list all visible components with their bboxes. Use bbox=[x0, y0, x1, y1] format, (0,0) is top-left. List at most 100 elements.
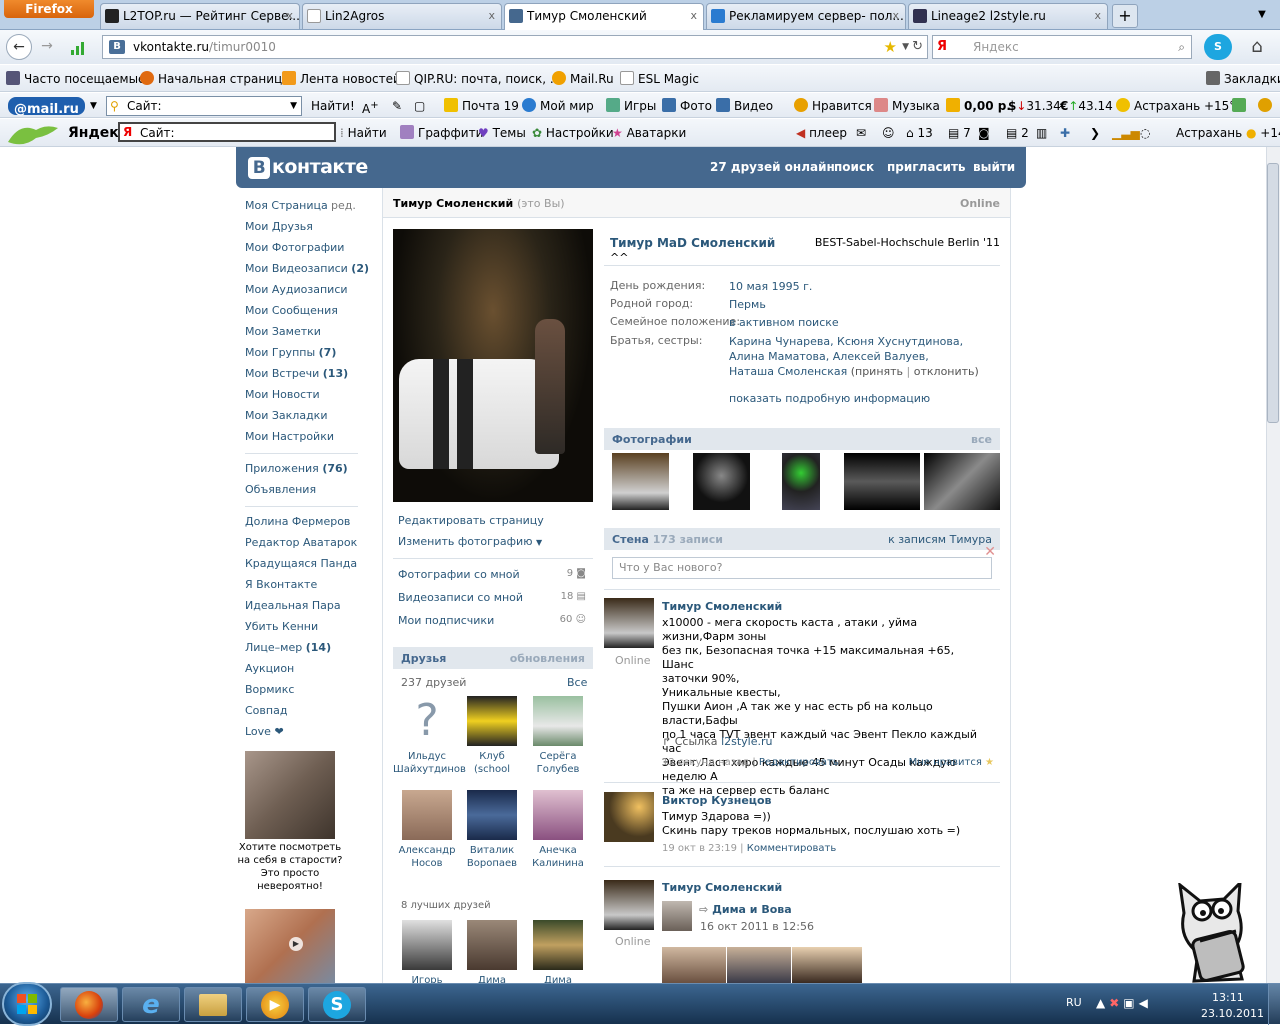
mailru-balance[interactable]: 0,00 р. bbox=[946, 93, 1011, 117]
tab-lin2agros[interactable]: Lin2Agros x bbox=[302, 3, 502, 29]
url-bar[interactable]: В vkontakte.ru/timur0010 ★ ▼ ↻ bbox=[102, 35, 928, 59]
menu-item[interactable]: Я Вконтакте bbox=[245, 574, 380, 595]
new-tab-button[interactable]: + bbox=[1112, 4, 1138, 28]
tray-network-icon[interactable]: ▣ bbox=[1123, 996, 1138, 1010]
profile-status[interactable]: ^^ bbox=[610, 251, 628, 264]
post-author[interactable]: Тимур Смоленский bbox=[662, 600, 782, 613]
mailru-mail[interactable]: Почта 19 bbox=[444, 93, 519, 117]
menu-item[interactable]: Долина Фермеров bbox=[245, 511, 380, 532]
videos-with-me-link[interactable]: Видеозаписи со мной 18 ▤ bbox=[398, 591, 586, 604]
tray-alert-icon[interactable]: ✖ bbox=[1109, 996, 1123, 1010]
ad-old-face-image[interactable] bbox=[245, 751, 335, 839]
yandex-settings[interactable]: ✿ Настройки bbox=[532, 119, 614, 146]
mailru-settings-icon[interactable] bbox=[1258, 93, 1276, 117]
tray-volume-icon[interactable]: ◀ bbox=[1139, 996, 1152, 1010]
highlight-icon[interactable]: ✎ bbox=[392, 93, 402, 117]
menu-item[interactable]: Приложения (76) bbox=[245, 458, 380, 479]
friends-all-link[interactable]: Все bbox=[567, 676, 587, 689]
chat-icon[interactable]: ◌ bbox=[1140, 119, 1150, 146]
wall-title[interactable]: Стена 173 записи bbox=[612, 533, 723, 546]
menu-item[interactable]: Мои Группы (7) bbox=[245, 342, 380, 363]
profile-avatar[interactable] bbox=[393, 229, 593, 502]
show-desktop-button[interactable] bbox=[1268, 984, 1280, 1025]
school[interactable]: BEST-Sabel-Hochschule Berlin '11 bbox=[815, 236, 1000, 249]
menu-item[interactable]: Идеальная Пара bbox=[245, 595, 380, 616]
start-button[interactable] bbox=[2, 982, 52, 1026]
yandex-find-button[interactable]: ⁞ Найти bbox=[340, 119, 387, 146]
mailru-menu-icon[interactable]: ▼ bbox=[90, 93, 97, 117]
url-dropdown-icon[interactable]: ▼ bbox=[902, 36, 909, 58]
forward-button[interactable]: → bbox=[34, 34, 60, 60]
best-friend-card[interactable]: Игорь bbox=[393, 920, 461, 983]
menu-item[interactable]: Мои Друзья bbox=[245, 216, 380, 237]
menu-item[interactable]: Love ❤ bbox=[245, 721, 380, 742]
photo-thumbnail[interactable] bbox=[693, 453, 750, 510]
home-icon[interactable]: ⌂ bbox=[1244, 34, 1270, 60]
photo-thumbnail[interactable] bbox=[782, 453, 820, 510]
bookmark-start-page[interactable]: Начальная страница bbox=[140, 65, 290, 91]
show-more-info-link[interactable]: показать подробную информацию bbox=[729, 392, 930, 405]
menu-item[interactable]: Мои Заметки bbox=[245, 321, 380, 342]
subscribers-link[interactable]: Мои подписчики 60 ☺ bbox=[398, 614, 586, 627]
yandex-player[interactable]: ◀ плеер bbox=[796, 119, 847, 146]
change-photo-link[interactable]: Изменить фотографию ▼ bbox=[398, 535, 542, 548]
mailru-music[interactable]: Музыка bbox=[874, 93, 940, 117]
friends-title[interactable]: Друзья bbox=[401, 652, 446, 665]
tab-vk-profile[interactable]: Тимур Смоленский x bbox=[504, 3, 704, 30]
menu-item[interactable]: Совпад bbox=[245, 700, 380, 721]
bookmarks-menu[interactable]: Закладки bbox=[1206, 65, 1280, 91]
tab-l2top[interactable]: L2TOP.ru — Рейтинг Серве... x bbox=[100, 3, 300, 29]
tray-arrow-icon[interactable]: ▲ bbox=[1096, 996, 1109, 1010]
comment-link[interactable]: Комментировать bbox=[747, 843, 837, 854]
post-author[interactable]: Виктор Кузнецов bbox=[662, 794, 771, 807]
menu-item[interactable]: Убить Кенни bbox=[245, 616, 380, 637]
menu-item[interactable]: Редактор Аватарок bbox=[245, 532, 380, 553]
photos-title[interactable]: Фотографии bbox=[612, 433, 692, 446]
mailru-site-input[interactable]: ⚲ Сайт: ▼ bbox=[106, 96, 302, 116]
mailru-video[interactable]: Видео bbox=[716, 93, 773, 117]
photo-thumbnail[interactable] bbox=[924, 453, 1000, 510]
bookmark-most-visited[interactable]: Часто посещаемые bbox=[6, 65, 145, 91]
taskbar-skype[interactable]: S bbox=[308, 987, 366, 1022]
repost-group[interactable]: ⇨ Дима и Вова bbox=[699, 903, 792, 916]
menu-item[interactable]: Крадущаяся Панда bbox=[245, 553, 380, 574]
repost-photo[interactable] bbox=[792, 947, 862, 983]
yandex-avatars[interactable]: ★ Аватарки bbox=[612, 119, 686, 146]
mailru-my-world[interactable]: Мой мир bbox=[522, 93, 594, 117]
menu-item[interactable]: Объявления bbox=[245, 479, 380, 500]
page-scrollbar-thumb[interactable] bbox=[1267, 163, 1279, 423]
signal-bars-icon[interactable] bbox=[70, 38, 88, 56]
mailru-games[interactable]: Игры bbox=[606, 93, 656, 117]
bookmark-esl-magic[interactable]: ESL Magic bbox=[620, 65, 699, 91]
menu-item[interactable]: Мои Настройки bbox=[245, 426, 380, 447]
search-icon[interactable]: ⌕ bbox=[1178, 36, 1185, 58]
ad-old-face-text[interactable]: Хотите посмотреть на себя в старости? Эт… bbox=[236, 841, 344, 893]
mailru-weather[interactable]: Астрахань +15°C bbox=[1116, 93, 1244, 117]
family-value[interactable]: в активном поиске bbox=[729, 315, 989, 330]
search-link[interactable]: поиск bbox=[834, 160, 874, 174]
yandex-lizard-icon[interactable] bbox=[6, 119, 60, 146]
menu-item[interactable]: Мои Закладки bbox=[245, 405, 380, 426]
tab-close-icon[interactable]: x bbox=[1094, 4, 1101, 28]
friend-card[interactable]: Анечка Калинина bbox=[524, 790, 592, 870]
yandex-site-input[interactable]: Я Сайт: bbox=[118, 122, 336, 142]
people-icon[interactable]: ☺ bbox=[882, 119, 895, 146]
menu-my-page[interactable]: Моя Страница ред. bbox=[245, 195, 380, 216]
tab-close-icon[interactable]: x bbox=[690, 4, 697, 28]
menu-item[interactable]: Мои Встречи (13) bbox=[245, 363, 380, 384]
menu-item[interactable]: Мои Сообщения bbox=[245, 300, 380, 321]
skype-icon[interactable]: S bbox=[1204, 34, 1232, 60]
friends-updates-link[interactable]: обновления bbox=[510, 652, 585, 665]
firefox-menu-button[interactable]: Firefox bbox=[4, 0, 94, 18]
friend-card[interactable]: Александр Носов bbox=[393, 790, 461, 870]
post-time[interactable]: 19 окт в 23:19 bbox=[662, 843, 737, 854]
clock-date[interactable]: 23.10.2011 bbox=[1201, 1007, 1264, 1020]
siblings-value[interactable]: Карина Чунарева, Ксюня Хуснутдинова, Али… bbox=[729, 334, 989, 379]
friend-card[interactable]: Серёга Голубев bbox=[524, 696, 592, 776]
post-time[interactable]: 12 секунд назад bbox=[662, 757, 749, 768]
link-url[interactable]: l2style.ru bbox=[721, 735, 772, 748]
chevron-down-icon[interactable]: ▼ bbox=[290, 97, 297, 115]
mailru-likes[interactable]: Нравится bbox=[794, 93, 872, 117]
photo-thumbnail[interactable] bbox=[612, 453, 669, 510]
yandex-themes[interactable]: ♥ Темы bbox=[478, 119, 526, 146]
